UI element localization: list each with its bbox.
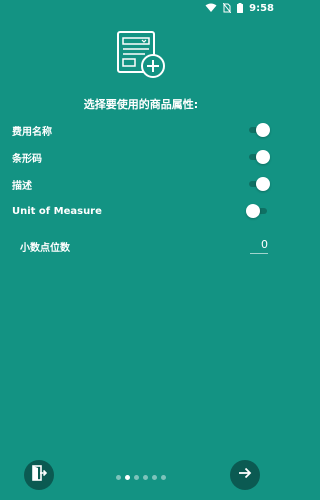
attribute-label: 描述: [12, 180, 32, 192]
no-sim-icon: [223, 3, 232, 13]
hero-illustration: [0, 30, 282, 80]
arrow-right-icon: [237, 465, 253, 485]
attribute-toggle[interactable]: [246, 204, 270, 218]
page-dot-active: [125, 475, 130, 480]
attribute-label: 费用名称: [12, 126, 52, 138]
attribute-row-unit-of-measure: Unit of Measure: [12, 201, 270, 221]
bottom-navigation: [0, 458, 282, 490]
add-document-icon: [115, 30, 167, 80]
decimal-places-row: 小数点位数 0: [20, 236, 268, 256]
page-dot: [143, 475, 148, 480]
page-dot: [116, 475, 121, 480]
page-dot: [134, 475, 139, 480]
status-time: 9:58: [249, 2, 274, 14]
page-heading: 选择要使用的商品属性:: [83, 98, 199, 111]
decimal-places-input[interactable]: 0: [250, 238, 268, 254]
attribute-row-barcode: 条形码: [12, 147, 270, 167]
decimal-places-label: 小数点位数: [20, 242, 70, 254]
attribute-toggle[interactable]: [246, 177, 270, 191]
attribute-row-description: 描述: [12, 174, 270, 194]
next-button[interactable]: [230, 460, 260, 490]
status-bar: 9:58: [0, 0, 282, 16]
page-dot: [161, 475, 166, 480]
attribute-label: Unit of Measure: [12, 205, 102, 217]
attribute-label: 条形码: [12, 153, 42, 165]
attribute-row-fee-name: 费用名称: [12, 120, 270, 140]
battery-icon: [237, 3, 244, 13]
attribute-toggle[interactable]: [246, 150, 270, 164]
attribute-toggle[interactable]: [246, 123, 270, 137]
wifi-icon: [205, 3, 217, 13]
page-dot: [152, 475, 157, 480]
